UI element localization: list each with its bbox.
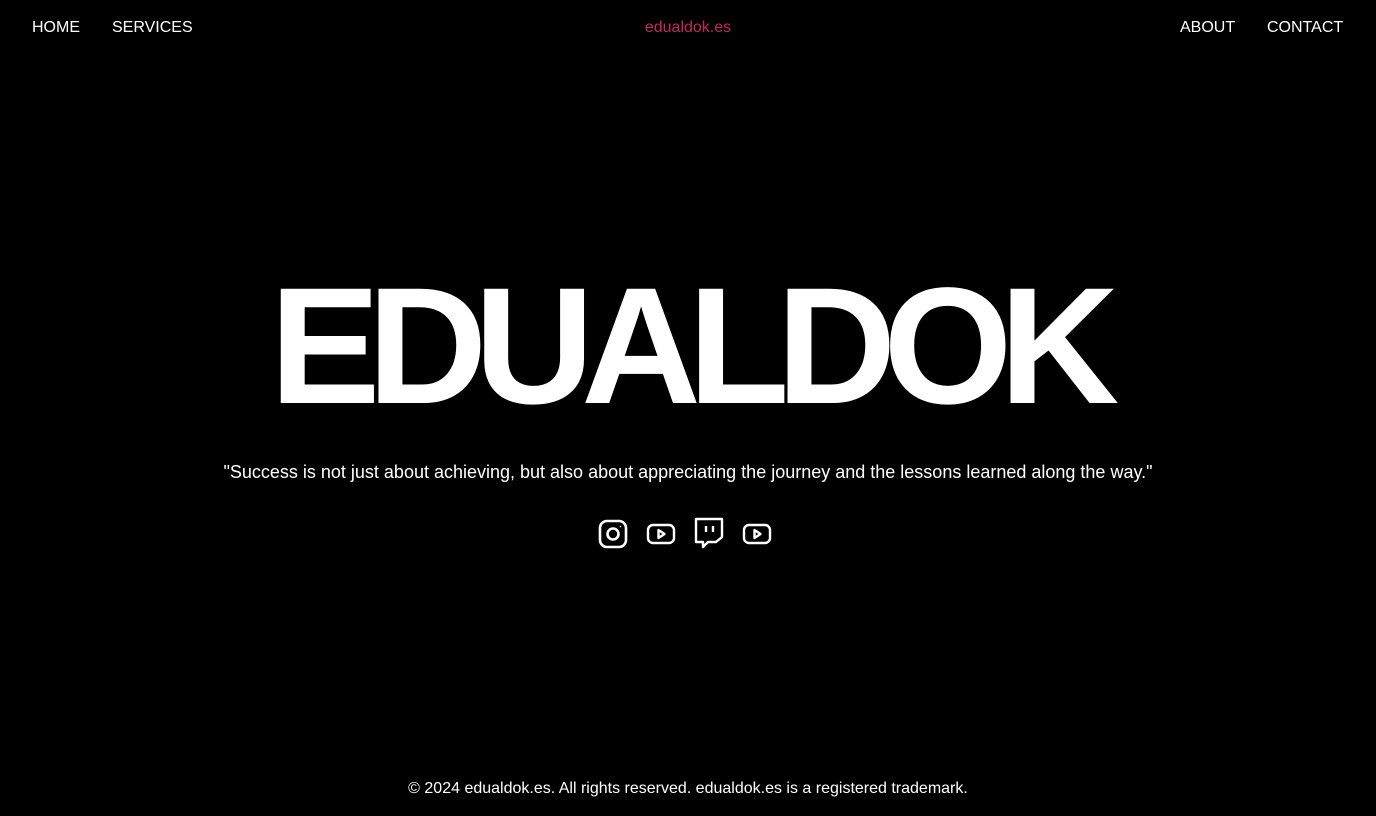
nav-contact-link[interactable]: CONTACT [1267, 18, 1343, 38]
twitch-link[interactable] [694, 517, 724, 550]
nav-home-link[interactable]: HOME [32, 18, 80, 38]
youtube-icon [646, 523, 676, 544]
youtube-icon [742, 523, 772, 544]
social-links [598, 517, 772, 550]
nav-about-link[interactable]: ABOUT [1180, 18, 1235, 38]
twitch-icon [694, 517, 724, 549]
instagram-link[interactable] [598, 517, 628, 550]
youtube-link[interactable] [646, 517, 676, 550]
hero-quote: "Success is not just about achieving, bu… [223, 462, 1153, 482]
instagram-icon [598, 519, 628, 548]
brand-link[interactable]: edualdok.es [0, 18, 1376, 38]
nav-services-link[interactable]: SERVICES [112, 18, 193, 38]
youtube-link-2[interactable] [742, 517, 772, 550]
footer-copyright: © 2024 edualdok.es. All rights reserved.… [408, 780, 968, 797]
brand-label[interactable]: edualdok.es [645, 19, 731, 36]
hero-title: EDUALDOK [269, 254, 1120, 439]
